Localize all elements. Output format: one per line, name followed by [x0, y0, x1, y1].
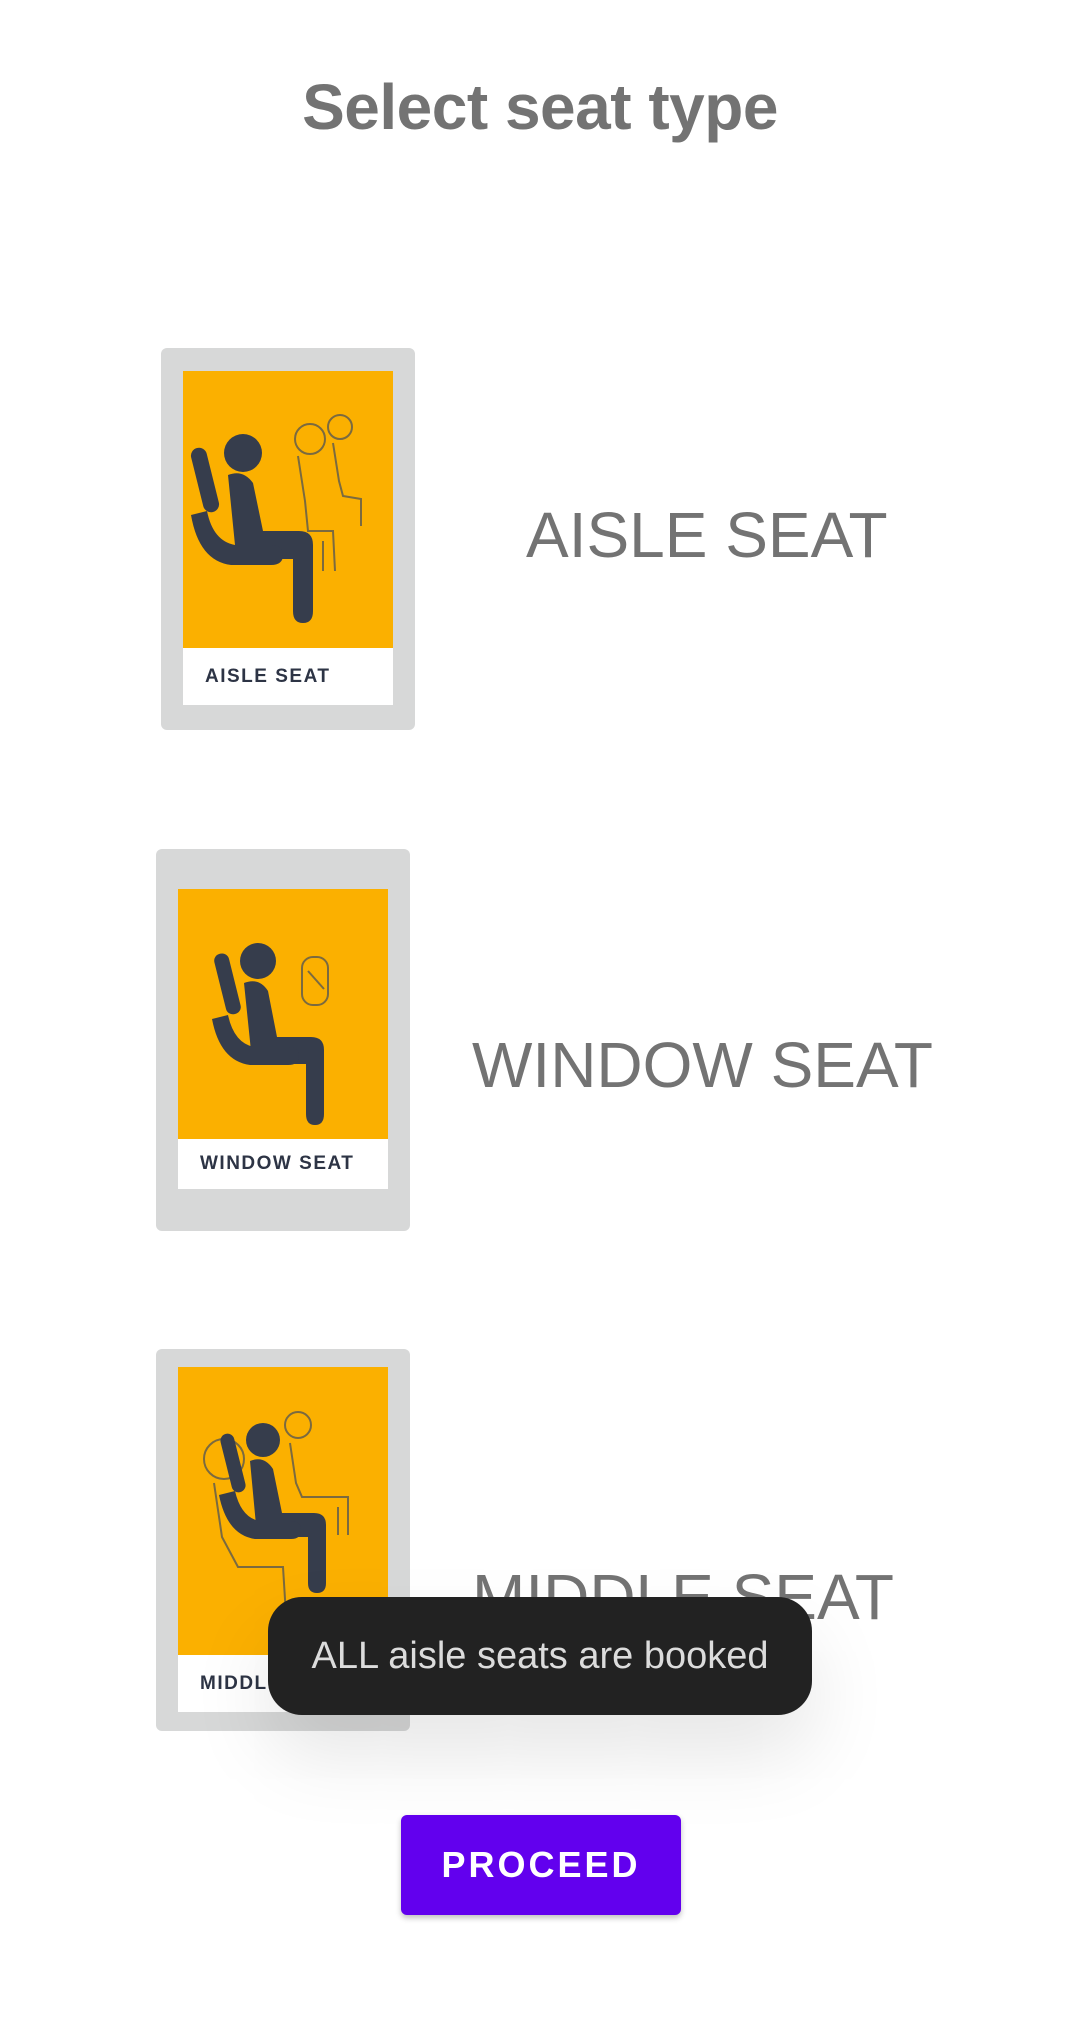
aisle-seat-icon — [183, 371, 393, 648]
aisle-seat-image[interactable]: AISLE SEAT — [161, 348, 415, 730]
window-seat-poster-label: WINDOW SEAT — [178, 1139, 388, 1189]
toast-message: ALL aisle seats are booked — [311, 1634, 769, 1677]
proceed-button[interactable]: PROCEED — [401, 1815, 681, 1915]
page-title: Select seat type — [302, 71, 778, 143]
aisle-seat-label[interactable]: AISLE SEAT — [526, 498, 888, 572]
window-seat-icon — [178, 889, 388, 1139]
window-seat-image[interactable]: WINDOW SEAT — [156, 849, 410, 1231]
window-seat-label[interactable]: WINDOW SEAT — [472, 1028, 933, 1102]
booking-toast: ALL aisle seats are booked — [268, 1597, 812, 1715]
aisle-seat-poster-label: AISLE SEAT — [183, 648, 393, 705]
